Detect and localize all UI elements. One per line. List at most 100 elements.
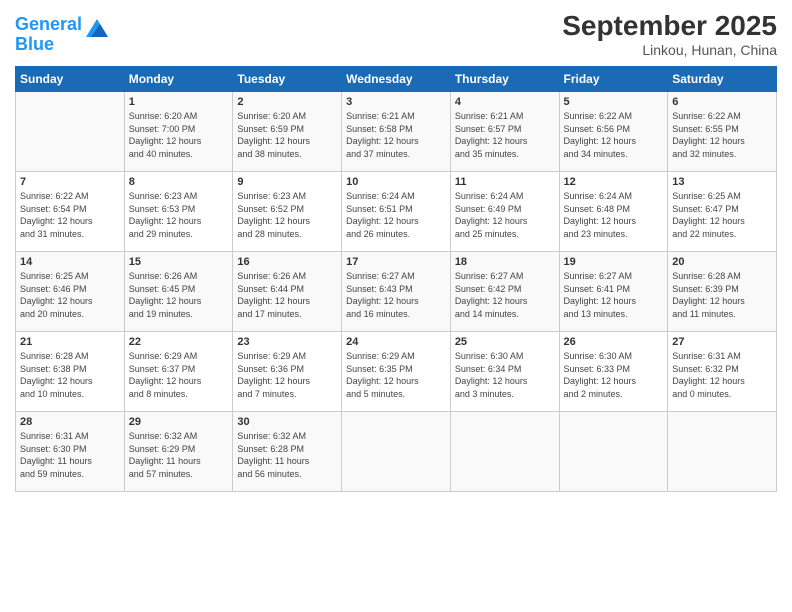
calendar-cell: 20 Sunrise: 6:28 AM Sunset: 6:39 PM Dayli…: [668, 252, 777, 332]
calendar-cell: 1 Sunrise: 6:20 AM Sunset: 7:00 PM Daylig…: [124, 92, 233, 172]
day-info: Sunrise: 6:25 AM Sunset: 6:47 PM Dayligh…: [672, 190, 772, 240]
calendar-cell: 8 Sunrise: 6:23 AM Sunset: 6:53 PM Daylig…: [124, 172, 233, 252]
column-header-sunday: Sunday: [16, 67, 125, 92]
day-number: 10: [346, 176, 446, 188]
calendar-cell: 3 Sunrise: 6:21 AM Sunset: 6:58 PM Daylig…: [342, 92, 451, 172]
day-info: Sunrise: 6:22 AM Sunset: 6:55 PM Dayligh…: [672, 110, 772, 160]
day-number: 2: [237, 96, 337, 108]
logo-text: General Blue: [15, 15, 82, 55]
calendar-cell: [342, 412, 451, 492]
calendar-cell: [16, 92, 125, 172]
day-info: Sunrise: 6:29 AM Sunset: 6:36 PM Dayligh…: [237, 350, 337, 400]
day-info: Sunrise: 6:31 AM Sunset: 6:32 PM Dayligh…: [672, 350, 772, 400]
day-number: 28: [20, 416, 120, 428]
calendar-cell: 21 Sunrise: 6:28 AM Sunset: 6:38 PM Dayli…: [16, 332, 125, 412]
calendar-cell: 2 Sunrise: 6:20 AM Sunset: 6:59 PM Daylig…: [233, 92, 342, 172]
page-header: General Blue September 2025 Linkou, Huna…: [15, 10, 777, 58]
day-number: 7: [20, 176, 120, 188]
day-number: 22: [129, 336, 229, 348]
calendar-cell: 9 Sunrise: 6:23 AM Sunset: 6:52 PM Daylig…: [233, 172, 342, 252]
day-info: Sunrise: 6:24 AM Sunset: 6:49 PM Dayligh…: [455, 190, 555, 240]
week-row-4: 21 Sunrise: 6:28 AM Sunset: 6:38 PM Dayli…: [16, 332, 777, 412]
week-row-5: 28Sunrise: 6:31 AM Sunset: 6:30 PM Dayli…: [16, 412, 777, 492]
day-info: Sunrise: 6:28 AM Sunset: 6:39 PM Dayligh…: [672, 270, 772, 320]
week-row-1: 1 Sunrise: 6:20 AM Sunset: 7:00 PM Daylig…: [16, 92, 777, 172]
day-info: Sunrise: 6:26 AM Sunset: 6:45 PM Dayligh…: [129, 270, 229, 320]
day-number: 9: [237, 176, 337, 188]
day-info: Sunrise: 6:30 AM Sunset: 6:34 PM Dayligh…: [455, 350, 555, 400]
day-number: 27: [672, 336, 772, 348]
calendar-cell: 15 Sunrise: 6:26 AM Sunset: 6:45 PM Dayli…: [124, 252, 233, 332]
day-number: 5: [564, 96, 664, 108]
day-info: Sunrise: 6:23 AM Sunset: 6:52 PM Dayligh…: [237, 190, 337, 240]
day-info: Sunrise: 6:22 AM Sunset: 6:54 PM Dayligh…: [20, 190, 120, 240]
day-info: Sunrise: 6:20 AM Sunset: 6:59 PM Dayligh…: [237, 110, 337, 160]
column-header-friday: Friday: [559, 67, 668, 92]
calendar-cell: 11Sunrise: 6:24 AM Sunset: 6:49 PM Dayli…: [450, 172, 559, 252]
day-number: 6: [672, 96, 772, 108]
day-number: 3: [346, 96, 446, 108]
day-info: Sunrise: 6:27 AM Sunset: 6:41 PM Dayligh…: [564, 270, 664, 320]
day-info: Sunrise: 6:28 AM Sunset: 6:38 PM Dayligh…: [20, 350, 120, 400]
day-info: Sunrise: 6:27 AM Sunset: 6:43 PM Dayligh…: [346, 270, 446, 320]
day-number: 8: [129, 176, 229, 188]
day-info: Sunrise: 6:22 AM Sunset: 6:56 PM Dayligh…: [564, 110, 664, 160]
calendar-cell: 24 Sunrise: 6:29 AM Sunset: 6:35 PM Dayli…: [342, 332, 451, 412]
calendar-cell: 30 Sunrise: 6:32 AM Sunset: 6:28 PM Dayli…: [233, 412, 342, 492]
column-header-thursday: Thursday: [450, 67, 559, 92]
day-info: Sunrise: 6:25 AM Sunset: 6:46 PM Dayligh…: [20, 270, 120, 320]
calendar-cell: 26 Sunrise: 6:30 AM Sunset: 6:33 PM Dayli…: [559, 332, 668, 412]
calendar-cell: 27 Sunrise: 6:31 AM Sunset: 6:32 PM Dayli…: [668, 332, 777, 412]
calendar-cell: 28Sunrise: 6:31 AM Sunset: 6:30 PM Dayli…: [16, 412, 125, 492]
logo: General Blue: [15, 15, 108, 55]
day-info: Sunrise: 6:30 AM Sunset: 6:33 PM Dayligh…: [564, 350, 664, 400]
day-number: 17: [346, 256, 446, 268]
calendar-cell: 12Sunrise: 6:24 AM Sunset: 6:48 PM Dayli…: [559, 172, 668, 252]
day-info: Sunrise: 6:24 AM Sunset: 6:48 PM Dayligh…: [564, 190, 664, 240]
day-info: Sunrise: 6:29 AM Sunset: 6:35 PM Dayligh…: [346, 350, 446, 400]
day-info: Sunrise: 6:24 AM Sunset: 6:51 PM Dayligh…: [346, 190, 446, 240]
day-info: Sunrise: 6:29 AM Sunset: 6:37 PM Dayligh…: [129, 350, 229, 400]
day-info: Sunrise: 6:32 AM Sunset: 6:28 PM Dayligh…: [237, 430, 337, 480]
calendar-cell: [668, 412, 777, 492]
calendar-cell: 10 Sunrise: 6:24 AM Sunset: 6:51 PM Dayli…: [342, 172, 451, 252]
column-header-wednesday: Wednesday: [342, 67, 451, 92]
logo-line2: Blue: [15, 34, 54, 54]
column-header-saturday: Saturday: [668, 67, 777, 92]
calendar-cell: 14 Sunrise: 6:25 AM Sunset: 6:46 PM Dayli…: [16, 252, 125, 332]
day-number: 30: [237, 416, 337, 428]
calendar-cell: 29Sunrise: 6:32 AM Sunset: 6:29 PM Dayli…: [124, 412, 233, 492]
day-info: Sunrise: 6:20 AM Sunset: 7:00 PM Dayligh…: [129, 110, 229, 160]
calendar-cell: 7 Sunrise: 6:22 AM Sunset: 6:54 PM Daylig…: [16, 172, 125, 252]
logo-line1: General: [15, 14, 82, 34]
day-number: 21: [20, 336, 120, 348]
day-number: 14: [20, 256, 120, 268]
day-number: 15: [129, 256, 229, 268]
day-number: 19: [564, 256, 664, 268]
day-number: 1: [129, 96, 229, 108]
day-number: 18: [455, 256, 555, 268]
calendar-cell: 4 Sunrise: 6:21 AM Sunset: 6:57 PM Daylig…: [450, 92, 559, 172]
day-info: Sunrise: 6:27 AM Sunset: 6:42 PM Dayligh…: [455, 270, 555, 320]
day-info: Sunrise: 6:21 AM Sunset: 6:57 PM Dayligh…: [455, 110, 555, 160]
column-header-tuesday: Tuesday: [233, 67, 342, 92]
day-number: 24: [346, 336, 446, 348]
day-info: Sunrise: 6:21 AM Sunset: 6:58 PM Dayligh…: [346, 110, 446, 160]
day-number: 20: [672, 256, 772, 268]
day-number: 26: [564, 336, 664, 348]
day-number: 25: [455, 336, 555, 348]
calendar-cell: [450, 412, 559, 492]
day-number: 4: [455, 96, 555, 108]
subtitle: Linkou, Hunan, China: [562, 42, 777, 58]
calendar-table: SundayMondayTuesdayWednesdayThursdayFrid…: [15, 66, 777, 492]
logo-icon: [86, 19, 108, 42]
week-row-2: 7 Sunrise: 6:22 AM Sunset: 6:54 PM Daylig…: [16, 172, 777, 252]
calendar-cell: 17 Sunrise: 6:27 AM Sunset: 6:43 PM Dayli…: [342, 252, 451, 332]
calendar-cell: 18 Sunrise: 6:27 AM Sunset: 6:42 PM Dayli…: [450, 252, 559, 332]
column-header-monday: Monday: [124, 67, 233, 92]
day-number: 23: [237, 336, 337, 348]
calendar-cell: 23 Sunrise: 6:29 AM Sunset: 6:36 PM Dayli…: [233, 332, 342, 412]
day-number: 16: [237, 256, 337, 268]
day-info: Sunrise: 6:23 AM Sunset: 6:53 PM Dayligh…: [129, 190, 229, 240]
calendar-cell: [559, 412, 668, 492]
